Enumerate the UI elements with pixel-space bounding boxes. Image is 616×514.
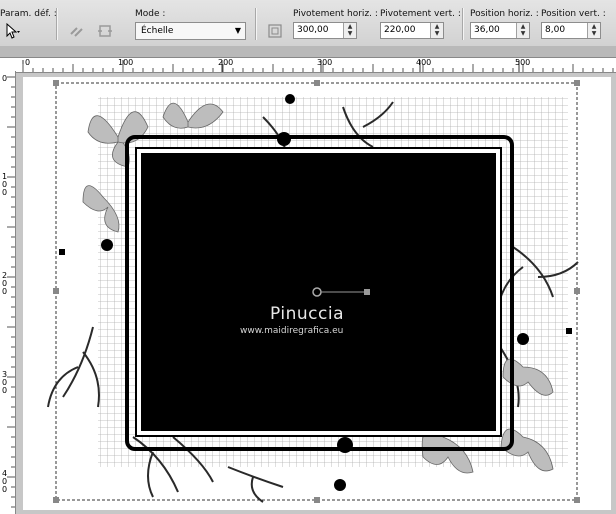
pivot-v-value: 220,00 bbox=[384, 25, 416, 35]
ruler-label: 300 bbox=[317, 58, 333, 67]
mode-value: Échelle bbox=[141, 26, 174, 36]
toolbar-separator bbox=[255, 8, 257, 40]
ruler-label: 3 0 0 bbox=[2, 370, 8, 395]
ruler-label: 4 0 0 bbox=[2, 469, 8, 494]
tool-options-bar: Param. déf. : Mode : Échelle ▼ Pivotemen… bbox=[0, 0, 616, 47]
title-strip bbox=[0, 46, 616, 57]
mode-label: Mode : bbox=[135, 9, 166, 19]
ruler-label: 200 bbox=[218, 58, 234, 67]
pos-h-field[interactable]: 36,00 ▲ ▼ bbox=[470, 22, 530, 39]
image-canvas[interactable]: Pinuccia www.maidiregrafica.eu bbox=[23, 77, 611, 510]
transform-grid-icon[interactable] bbox=[266, 22, 284, 40]
pos-h-label: Position horiz. : bbox=[470, 9, 539, 19]
ruler-label: 400 bbox=[416, 58, 432, 67]
preset-pointer-button[interactable] bbox=[3, 22, 21, 40]
pivot-h-label: Pivotement horiz. : bbox=[293, 9, 378, 19]
toolbar-separator bbox=[56, 8, 58, 40]
horizontal-ruler: 0 100 200 300 400 500 bbox=[0, 57, 616, 73]
pos-h-value: 36,00 bbox=[474, 25, 500, 35]
spinner-arrows-icon[interactable]: ▲ ▼ bbox=[430, 23, 443, 38]
black-panel bbox=[141, 153, 496, 431]
watermark-name: Pinuccia bbox=[270, 304, 344, 324]
spinner-arrows-icon[interactable]: ▲ ▼ bbox=[587, 23, 600, 38]
pos-v-field[interactable]: 8,00 ▲ ▼ bbox=[541, 22, 601, 39]
chevron-down-icon: ▼ bbox=[234, 26, 241, 35]
pivot-v-label: Pivotement vert. : bbox=[380, 9, 461, 19]
ruler-label: 0 bbox=[25, 58, 31, 67]
reset-icon[interactable] bbox=[96, 22, 114, 40]
ruler-label: 500 bbox=[515, 58, 531, 67]
pos-v-label: Position vert. : bbox=[541, 9, 606, 19]
mode-select[interactable]: Échelle ▼ bbox=[135, 22, 246, 40]
pivot-v-field[interactable]: 220,00 ▲ ▼ bbox=[380, 22, 444, 39]
presets-label: Param. déf. : bbox=[0, 9, 57, 19]
link-icon[interactable] bbox=[68, 22, 86, 40]
vertical-ruler: 0 1 0 0 2 0 0 3 0 0 4 0 0 bbox=[0, 71, 16, 514]
ruler-label: 100 bbox=[118, 58, 134, 67]
pivot-h-value: 300,00 bbox=[297, 25, 329, 35]
watermark-url: www.maidiregrafica.eu bbox=[240, 326, 344, 336]
ruler-label: 0 bbox=[2, 74, 8, 83]
ruler-label: 1 0 0 bbox=[2, 172, 8, 197]
spinner-arrows-icon[interactable]: ▲ ▼ bbox=[516, 23, 529, 38]
toolbar-separator bbox=[462, 8, 464, 40]
pos-v-value: 8,00 bbox=[545, 25, 566, 35]
ruler-label: 2 0 0 bbox=[2, 271, 8, 296]
pivot-h-field[interactable]: 300,00 ▲ ▼ bbox=[293, 22, 357, 39]
spinner-arrows-icon[interactable]: ▲ ▼ bbox=[343, 23, 356, 38]
